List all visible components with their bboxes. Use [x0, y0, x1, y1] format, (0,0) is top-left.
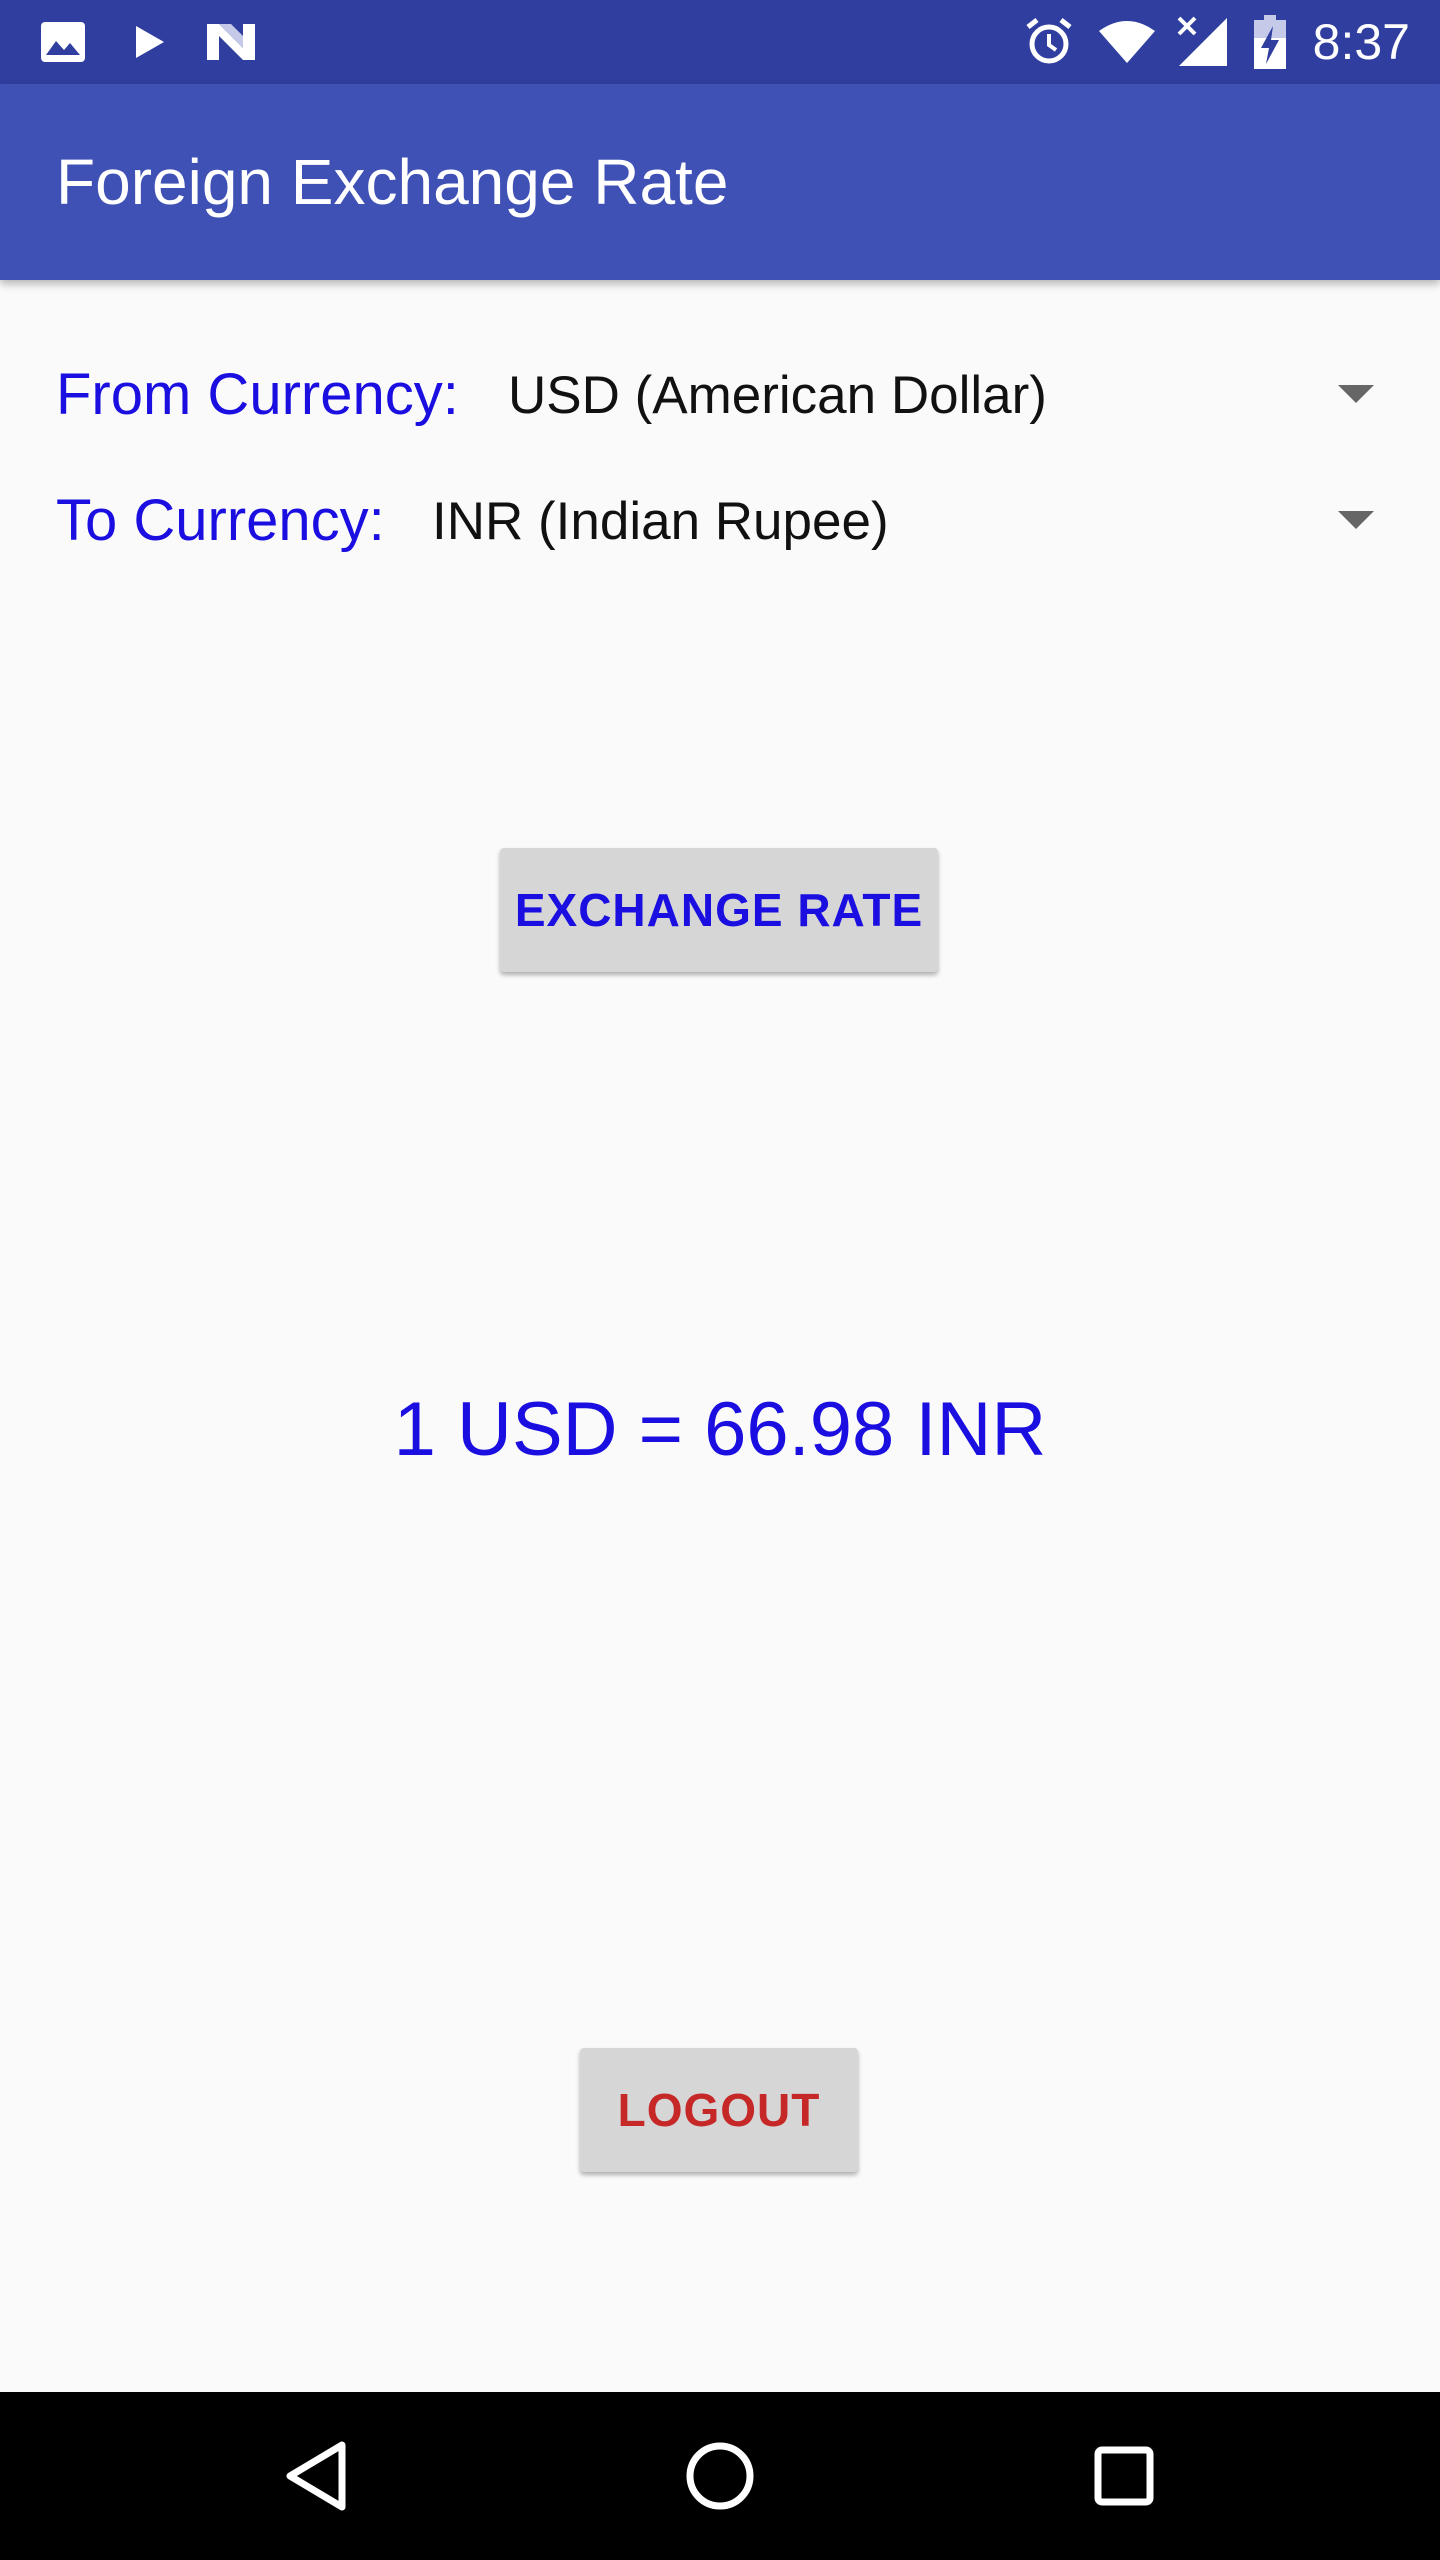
screen: 8:37 Foreign Exchange Rate From Currency… [0, 0, 1440, 2560]
n-logo-icon [204, 0, 258, 84]
recents-icon[interactable] [1040, 2392, 1208, 2560]
home-icon[interactable] [636, 2392, 804, 2560]
wifi-icon [1096, 0, 1158, 84]
dropdown-arrow-icon [1336, 466, 1376, 576]
signal-icon [1174, 0, 1230, 84]
back-icon[interactable] [232, 2392, 400, 2560]
exchange-result: 1 USD = 66.98 INR [393, 1387, 1047, 1472]
from-currency-spinner[interactable]: USD (American Dollar) [508, 340, 1376, 450]
logout-button[interactable]: LOGOUT [580, 2048, 858, 2172]
status-time: 8:37 [1312, 14, 1410, 70]
status-bar: 8:37 [0, 0, 1440, 84]
to-currency-row: To Currency: INR (Indian Rupee) [56, 466, 1376, 576]
battery-charging-icon [1250, 0, 1290, 84]
alarm-icon [1022, 0, 1076, 84]
from-currency-row: From Currency: USD (American Dollar) [56, 340, 1376, 450]
navigation-bar [0, 2392, 1440, 2560]
dropdown-arrow-icon [1336, 340, 1376, 450]
image-icon [38, 0, 88, 84]
from-currency-value: USD (American Dollar) [508, 365, 1047, 425]
app-bar: Foreign Exchange Rate [0, 84, 1440, 280]
exchange-rate-button[interactable]: EXCHANGE RATE [500, 848, 938, 972]
to-currency-label: To Currency: [56, 488, 385, 553]
play-icon [130, 0, 170, 84]
to-currency-value: INR (Indian Rupee) [432, 491, 889, 551]
app-title: Foreign Exchange Rate [56, 146, 729, 218]
from-currency-label: From Currency: [56, 362, 459, 427]
to-currency-spinner[interactable]: INR (Indian Rupee) [432, 466, 1376, 576]
